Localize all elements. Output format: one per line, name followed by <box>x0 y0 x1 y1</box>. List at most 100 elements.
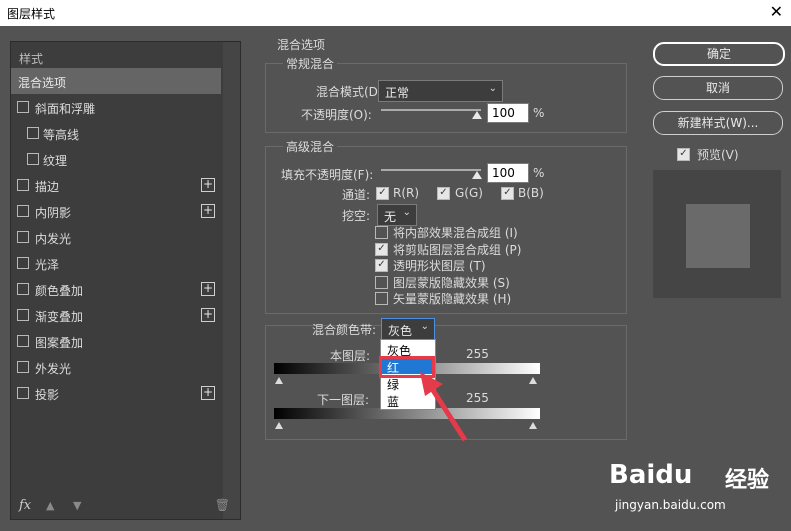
checkbox[interactable] <box>17 101 29 113</box>
add-icon[interactable]: + <box>201 308 215 322</box>
channel-b-label: B(B) <box>518 186 544 200</box>
sidebar-item-texture[interactable]: 纹理 <box>11 146 221 172</box>
sidebar-item-label: 颜色叠加 <box>35 284 84 298</box>
watermark-cn: 经验 <box>725 468 770 493</box>
sidebar-item-label: 投影 <box>35 388 60 402</box>
scrollbar[interactable] <box>223 42 240 519</box>
preview-checkbox[interactable]: ✓ <box>677 148 690 161</box>
sidebar-item-bevel-emboss[interactable]: 斜面和浮雕 <box>11 94 221 120</box>
sidebar-item-stroke[interactable]: 描边 + <box>11 172 221 198</box>
underlying-layer-label: 下一图层: <box>317 393 370 407</box>
advanced-blending-title: 高级混合 <box>283 138 338 155</box>
checkbox[interactable] <box>17 283 29 295</box>
sidebar-item-pattern-overlay[interactable]: 图案叠加 <box>11 328 221 354</box>
knockout-value: 无 <box>384 210 397 224</box>
sidebar-item-color-overlay[interactable]: 颜色叠加 + <box>11 276 221 302</box>
fill-opacity-label: 填充不透明度(F): <box>281 168 374 182</box>
knockout-label: 挖空: <box>342 209 371 223</box>
cancel-button[interactable]: 取消 <box>653 76 783 100</box>
sidebar-item-label: 渐变叠加 <box>35 310 84 324</box>
checkbox[interactable] <box>17 387 29 399</box>
effects-toolbar: fx ▲ ▼ 🗑 <box>10 498 240 518</box>
section-title: 混合选项 <box>277 38 326 52</box>
channel-g-label: G(G) <box>455 186 483 200</box>
sidebar-item-drop-shadow[interactable]: 投影 + <box>11 380 221 406</box>
checkbox[interactable] <box>17 309 29 321</box>
styles-header: 样式 <box>11 44 221 70</box>
checkbox[interactable] <box>17 361 29 373</box>
blend-mode-label: 混合模式(D): <box>316 85 387 99</box>
trash-icon[interactable]: 🗑 <box>215 498 230 512</box>
style-preview <box>653 170 781 298</box>
preview-label: 预览(V) <box>697 148 739 162</box>
vector-mask-hides-label: 矢量蒙版隐藏效果 (H) <box>393 292 512 306</box>
layer-mask-hides-checkbox[interactable] <box>375 276 388 289</box>
blend-if-dropdown[interactable]: 灰色 ⌄ <box>381 318 435 340</box>
checkbox[interactable] <box>17 231 29 243</box>
ok-button[interactable]: 确定 <box>653 42 785 66</box>
knockout-dropdown[interactable]: 无 ⌄ <box>377 204 417 226</box>
blend-interior-label: 将内部效果混合成组 (I) <box>393 226 518 240</box>
transparency-shapes-checkbox[interactable]: ✓ <box>375 259 388 272</box>
opacity-unit: % <box>533 106 545 120</box>
new-style-button[interactable]: 新建样式(W)... <box>653 111 783 135</box>
move-up-icon[interactable]: ▲ <box>46 499 54 512</box>
checkbox[interactable] <box>27 127 39 139</box>
checkbox[interactable] <box>17 205 29 217</box>
add-icon[interactable]: + <box>201 204 215 218</box>
title-bar: 图层样式 ✕ <box>0 0 791 26</box>
sidebar-item-inner-glow[interactable]: 内发光 <box>11 224 221 250</box>
sidebar-item-label: 内阴影 <box>35 206 72 220</box>
sidebar-item-label: 内发光 <box>35 232 72 246</box>
annotation-arrow-icon <box>420 372 468 442</box>
sidebar-item-outer-glow[interactable]: 外发光 <box>11 354 221 380</box>
channel-b-checkbox[interactable]: ✓ <box>501 187 514 200</box>
checkbox[interactable] <box>27 153 39 165</box>
sidebar-item-contour[interactable]: 等高线 <box>11 120 221 146</box>
opacity-slider-thumb[interactable] <box>472 111 482 119</box>
add-icon[interactable]: + <box>201 282 215 296</box>
checkbox[interactable] <box>17 257 29 269</box>
opacity-label: 不透明度(O): <box>301 108 372 122</box>
blend-if-value: 灰色 <box>388 324 413 338</box>
fx-icon[interactable]: fx <box>19 498 31 513</box>
sidebar-item-label: 斜面和浮雕 <box>35 102 96 116</box>
fill-opacity-input[interactable]: 100 <box>487 163 529 183</box>
sidebar-item-label: 纹理 <box>43 154 68 168</box>
underlying-black-slider[interactable] <box>275 422 283 429</box>
channel-r-checkbox[interactable]: ✓ <box>376 187 389 200</box>
checkbox[interactable] <box>17 179 29 191</box>
general-blending-title: 常规混合 <box>283 55 338 72</box>
checkbox[interactable] <box>17 335 29 347</box>
sidebar-item-inner-shadow[interactable]: 内阴影 + <box>11 198 221 224</box>
channel-r-label: R(R) <box>393 186 420 200</box>
sidebar-item-satin[interactable]: 光泽 <box>11 250 221 276</box>
fill-opacity-slider-thumb[interactable] <box>472 171 482 179</box>
menu-item-gray[interactable]: 灰色 <box>381 341 435 358</box>
fill-opacity-slider[interactable] <box>381 169 481 171</box>
sidebar-item-gradient-overlay[interactable]: 渐变叠加 + <box>11 302 221 328</box>
blend-mode-dropdown[interactable]: 正常 ⌄ <box>378 80 503 102</box>
this-layer-max: 255 <box>466 347 489 361</box>
sidebar-item-label: 描边 <box>35 180 60 194</box>
blend-interior-checkbox[interactable] <box>375 226 388 239</box>
styles-header-label: 样式 <box>19 52 44 66</box>
opacity-input[interactable]: 100 <box>487 103 529 123</box>
move-down-icon[interactable]: ▼ <box>73 499 81 512</box>
add-icon[interactable]: + <box>201 386 215 400</box>
this-layer-label: 本图层: <box>330 349 371 363</box>
channels-label: 通道: <box>342 188 371 202</box>
channel-g-checkbox[interactable]: ✓ <box>437 187 450 200</box>
add-icon[interactable]: + <box>201 178 215 192</box>
vector-mask-hides-checkbox[interactable] <box>375 292 388 305</box>
this-layer-white-slider[interactable] <box>529 377 537 384</box>
this-layer-black-slider[interactable] <box>275 377 283 384</box>
underlying-white-slider[interactable] <box>529 422 537 429</box>
watermark-url: jingyan.baidu.com <box>615 498 726 512</box>
transparency-shapes-label: 透明形状图层 (T) <box>393 259 486 273</box>
sidebar-item-blending-options[interactable]: 混合选项 <box>11 68 221 94</box>
opacity-slider[interactable] <box>381 109 481 111</box>
blend-clipped-checkbox[interactable]: ✓ <box>375 243 388 256</box>
sidebar-item-label: 等高线 <box>43 128 80 142</box>
close-icon[interactable]: ✕ <box>770 2 783 21</box>
